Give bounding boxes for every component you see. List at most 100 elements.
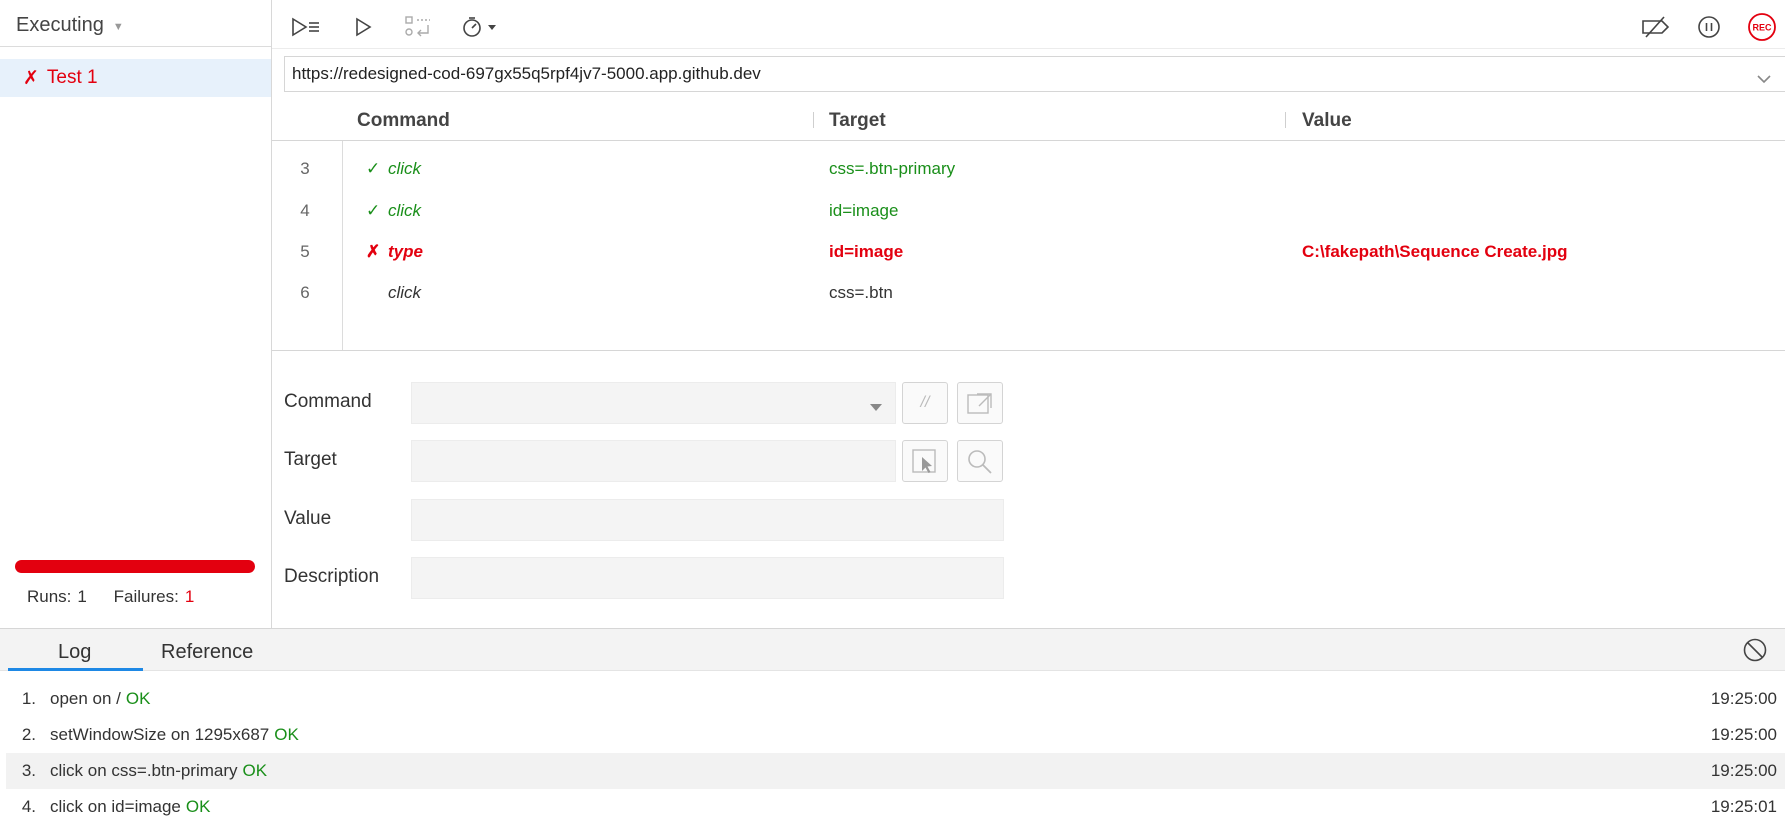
value-input[interactable] [411, 499, 1004, 541]
pass-icon: ✓ [366, 201, 381, 220]
log-index: 2. [21, 725, 36, 744]
table-row[interactable]: 3 ✓ click css=.btn-primary [272, 159, 1785, 199]
chevron-down-icon[interactable] [1757, 69, 1771, 89]
record-label: REC [1752, 23, 1772, 33]
pass-icon: ✓ [366, 159, 381, 178]
target-input[interactable] [411, 440, 896, 482]
row-target: id=image [829, 242, 904, 261]
record-icon[interactable]: REC [1746, 11, 1778, 43]
row-command: click [366, 283, 421, 303]
run-stats: Runs: 1 Failures: 1 [27, 587, 216, 607]
value-label: Value [284, 508, 332, 529]
failures-label: Failures: 1 [114, 587, 195, 606]
disable-breakpoints-icon[interactable] [1638, 11, 1674, 43]
row-command-text: click [388, 159, 422, 178]
log-timestamp: 19:25:00 [1710, 725, 1777, 744]
log-message: click on id=image [50, 797, 181, 816]
log-timestamp: 19:25:00 [1710, 761, 1777, 780]
base-url-value: https://redesigned-cod-697gx55q5rpf4jv7-… [292, 64, 761, 83]
command-select[interactable] [411, 382, 896, 424]
clear-log-icon[interactable] [1742, 637, 1768, 668]
row-command-text: click [388, 201, 422, 220]
console-panel: Log Reference 1. open on / OK 19:25:00 2… [0, 628, 1785, 823]
column-header-target: Target [829, 110, 886, 131]
row-number: 4 [300, 201, 310, 220]
row-command: ✓ click [366, 159, 421, 179]
log-status: OK [274, 725, 299, 744]
table-row[interactable]: 6 click css=.btn [272, 283, 1785, 323]
toolbar: REC [272, 5, 1785, 49]
row-target: css=.btn [829, 283, 893, 302]
failures-value: 1 [184, 587, 195, 606]
log-index: 4. [21, 797, 36, 816]
row-number: 6 [300, 283, 310, 302]
open-reference-button[interactable] [957, 382, 1003, 424]
table-row[interactable]: 4 ✓ click id=image [272, 201, 1785, 241]
row-command: ✗ type [366, 242, 423, 262]
command-label: Command [284, 391, 372, 412]
row-target: id=image [829, 201, 899, 220]
column-header-command: Command [357, 110, 450, 131]
test-name: Test 1 [46, 67, 98, 88]
comment-icon: // [920, 394, 930, 411]
pause-icon[interactable] [1694, 11, 1724, 43]
log-status: OK [185, 797, 211, 816]
log-index: 1. [21, 689, 36, 708]
column-resize-handle[interactable] [813, 112, 814, 128]
column-resize-handle[interactable] [1285, 112, 1286, 128]
row-command-text: click [388, 283, 422, 302]
failed-icon: ✗ [23, 67, 39, 89]
table-row[interactable]: 5 ✗ type id=image C:\fakepath\Sequence Cr… [272, 242, 1785, 282]
log-message: click on css=.btn-primary [50, 761, 238, 780]
column-header-value: Value [1302, 110, 1352, 131]
console-tabs: Log Reference [0, 629, 1785, 671]
description-input[interactable] [411, 557, 1004, 599]
log-entry: 1. open on / OK 19:25:00 [6, 681, 1785, 717]
command-table: 3 ✓ click css=.btn-primary 4 ✓ click id=im… [272, 141, 1785, 351]
run-all-icon[interactable] [288, 11, 324, 43]
description-label: Description [284, 566, 380, 587]
test-suite-dropdown[interactable]: Executing ▼ [0, 5, 271, 47]
failures-label-text: Failures: [113, 587, 179, 606]
tab-reference[interactable]: Reference [161, 641, 253, 664]
row-number: 3 [300, 159, 310, 178]
log-timestamp: 19:25:00 [1710, 689, 1777, 708]
row-target: css=.btn-primary [829, 159, 956, 178]
select-element-icon [912, 449, 936, 473]
runs-label-text: Runs: [27, 587, 72, 606]
row-number: 5 [300, 242, 310, 261]
runs-value: 1 [77, 587, 87, 606]
speed-icon[interactable] [458, 11, 502, 43]
log-message: setWindowSize on 1295x687 [50, 725, 270, 744]
log-entry: 4. click on id=image OK 19:25:01 [6, 789, 1785, 825]
select-target-button[interactable] [902, 440, 948, 482]
tab-log[interactable]: Log [58, 641, 91, 664]
command-table-header: Command Target Value [272, 100, 1785, 141]
target-label: Target [284, 449, 337, 470]
log-status: OK [242, 761, 268, 780]
row-value: C:\fakepath\Sequence Create.jpg [1302, 242, 1568, 261]
run-progress-bar [15, 560, 255, 573]
fail-icon: ✗ [366, 242, 381, 261]
test-item[interactable]: ✗ Test 1 [0, 59, 271, 97]
external-link-icon [967, 393, 992, 414]
row-command: ✓ click [366, 201, 421, 221]
log-entry: 3. click on css=.btn-primary OK 19:25:00 [6, 753, 1785, 789]
run-icon[interactable] [348, 11, 378, 43]
log-index: 3. [21, 761, 36, 780]
log-timestamp: 19:25:01 [1710, 797, 1777, 816]
chevron-down-icon: ▼ [112, 20, 124, 33]
step-over-icon [400, 11, 436, 43]
runs-label: Runs: 1 [27, 587, 87, 606]
toggle-comment-button[interactable]: // [902, 382, 948, 424]
find-target-button[interactable] [957, 440, 1003, 482]
log-entry: 2. setWindowSize on 1295x687 OK 19:25:00 [6, 717, 1785, 753]
chevron-down-icon [869, 399, 883, 417]
row-command-text: type [388, 242, 423, 261]
search-icon [968, 450, 992, 474]
log-message: open on / [50, 689, 121, 708]
sidebar-title: Executing [16, 14, 104, 36]
log-status: OK [125, 689, 151, 708]
active-tab-indicator [8, 668, 143, 671]
base-url-input[interactable]: https://redesigned-cod-697gx55q5rpf4jv7-… [284, 56, 1785, 92]
